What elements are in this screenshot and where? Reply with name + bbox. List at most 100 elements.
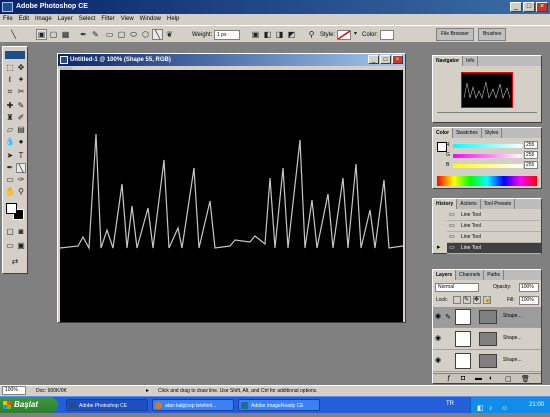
eyedropper-icon[interactable]: ✑ bbox=[16, 175, 26, 185]
tab-layers[interactable]: Layers bbox=[433, 270, 457, 280]
lock-position-icon[interactable]: ✥ bbox=[473, 296, 481, 304]
tab-history[interactable]: History bbox=[433, 199, 458, 209]
freeform-pen-icon[interactable]: ✎ bbox=[90, 29, 101, 40]
notes-tool-icon[interactable]: ▭ bbox=[5, 175, 15, 185]
task-photoshop[interactable]: Adobe Photoshop CE bbox=[66, 399, 148, 411]
start-button[interactable]: Başlat bbox=[0, 397, 58, 413]
add-mask-icon[interactable]: ◘ bbox=[461, 375, 465, 382]
task-browser[interactable]: atan kalp|cep telefonl... bbox=[152, 399, 234, 411]
tab-channels[interactable]: Channels bbox=[456, 270, 485, 280]
exclude-shape-icon[interactable]: ◩ bbox=[286, 29, 297, 40]
rectangle-shape-icon[interactable]: ▭ bbox=[104, 29, 115, 40]
style-picker[interactable] bbox=[337, 30, 351, 40]
menu-select[interactable]: Select bbox=[76, 14, 99, 25]
maximize-button[interactable]: □ bbox=[523, 2, 535, 12]
weight-field[interactable]: 1 px bbox=[214, 30, 240, 40]
shape-layers-icon[interactable]: ▣ bbox=[36, 29, 47, 40]
adobe-online-icon[interactable] bbox=[5, 51, 25, 59]
layer-row[interactable]: ◉ Shape... bbox=[433, 351, 541, 372]
doc-minimize-button[interactable]: _ bbox=[368, 55, 379, 64]
pen-tool-icon[interactable]: ✒ bbox=[78, 29, 89, 40]
menu-image[interactable]: Image bbox=[32, 14, 55, 25]
new-set-icon[interactable]: ▬ bbox=[475, 375, 482, 382]
b-slider[interactable] bbox=[453, 164, 523, 168]
menu-view[interactable]: View bbox=[118, 14, 137, 25]
layer-row[interactable]: ◉ ✎ Shape... bbox=[433, 307, 541, 328]
r-slider[interactable] bbox=[453, 144, 523, 148]
lock-all-icon[interactable]: 🔒 bbox=[483, 296, 491, 304]
type-tool-icon[interactable]: T bbox=[16, 151, 26, 161]
rounded-rectangle-icon[interactable]: ▢ bbox=[116, 29, 127, 40]
navigator-preview[interactable] bbox=[461, 72, 513, 108]
color-swatch[interactable] bbox=[380, 30, 394, 40]
menu-edit[interactable]: Edit bbox=[16, 14, 32, 25]
g-slider[interactable] bbox=[453, 154, 523, 158]
opacity-field[interactable]: 100% bbox=[519, 283, 539, 292]
clone-stamp-icon[interactable]: ♜ bbox=[5, 113, 15, 123]
line-tool-preset-icon[interactable]: ╲ bbox=[8, 29, 19, 40]
menu-layer[interactable]: Layer bbox=[55, 14, 76, 25]
lock-pixels-icon[interactable]: ✎ bbox=[463, 296, 471, 304]
lasso-tool-icon[interactable]: ℓ bbox=[5, 75, 15, 85]
volume-icon[interactable]: ♪ bbox=[489, 401, 493, 417]
palette-tab-brushes[interactable]: Brushes bbox=[478, 28, 507, 41]
lock-transparency-icon[interactable] bbox=[453, 296, 461, 304]
hand-tool-icon[interactable]: ✋ bbox=[5, 187, 15, 197]
standard-mode-icon[interactable]: ▢ bbox=[5, 227, 15, 237]
history-item[interactable]: ▭ Line Tool bbox=[447, 210, 541, 221]
doc-maximize-button[interactable]: □ bbox=[380, 55, 391, 64]
screen-mode-full-icon[interactable]: ▣ bbox=[16, 241, 26, 251]
zoom-tool-icon[interactable]: ⚲ bbox=[16, 187, 26, 197]
dodge-tool-icon[interactable]: ● bbox=[16, 137, 26, 147]
crop-tool-icon[interactable]: ⌗ bbox=[5, 87, 15, 97]
screen-mode-standard-icon[interactable]: ▭ bbox=[5, 241, 15, 251]
tab-swatches[interactable]: Swatches bbox=[453, 128, 482, 138]
tab-info[interactable]: Info bbox=[463, 56, 479, 66]
eye-icon[interactable]: ◉ bbox=[435, 335, 443, 343]
brush-tool-icon[interactable]: ✎ bbox=[16, 101, 26, 111]
blur-tool-icon[interactable]: 💧 bbox=[5, 137, 15, 147]
pen-tool-icon[interactable]: ✒ bbox=[5, 163, 15, 173]
task-imageready[interactable]: Adobe ImageReady CE bbox=[238, 399, 320, 411]
menu-filter[interactable]: Filter bbox=[98, 14, 117, 25]
history-item[interactable]: ▭ Line Tool bbox=[447, 232, 541, 243]
jump-to-imageready-icon[interactable]: ⇄ bbox=[5, 257, 25, 267]
new-layer-icon[interactable]: ▢ bbox=[505, 375, 512, 383]
gradient-tool-icon[interactable]: ▤ bbox=[16, 125, 26, 135]
layer-row[interactable]: ◉ Shape... bbox=[433, 329, 541, 350]
line-shape-icon[interactable]: ╲ bbox=[152, 29, 163, 40]
add-shape-icon[interactable]: ▣ bbox=[250, 29, 261, 40]
move-tool-icon[interactable]: ✥ bbox=[16, 63, 26, 73]
language-indicator[interactable]: TR bbox=[446, 401, 454, 407]
tab-paths[interactable]: Paths bbox=[484, 270, 505, 280]
doc-close-button[interactable]: × bbox=[392, 55, 403, 64]
close-button[interactable]: × bbox=[536, 2, 548, 12]
tab-color[interactable]: Color bbox=[433, 128, 454, 138]
document-title-bar[interactable]: Untitled-1 @ 100% (Shape 55, RGB) bbox=[58, 54, 405, 66]
eye-icon[interactable]: ◉ bbox=[435, 357, 443, 365]
navigator-zoom-slider[interactable] bbox=[437, 112, 537, 118]
r-value[interactable]: 255 bbox=[524, 141, 538, 149]
menu-file[interactable]: File bbox=[0, 14, 16, 25]
history-state-slider-icon[interactable]: ▸ bbox=[437, 243, 445, 253]
doc-size[interactable]: Doc: 900K/0K bbox=[36, 386, 67, 396]
tab-actions[interactable]: Actions bbox=[457, 199, 481, 209]
path-selection-icon[interactable]: ➤ bbox=[5, 151, 15, 161]
quick-mask-icon[interactable]: ◙ bbox=[16, 227, 26, 237]
history-brush-icon[interactable]: ✐ bbox=[16, 113, 26, 123]
color-spectrum-ramp[interactable] bbox=[437, 176, 537, 186]
g-value[interactable]: 255 bbox=[524, 151, 538, 159]
tab-tool-presets[interactable]: Tool Presets bbox=[481, 199, 516, 209]
trash-icon[interactable]: 🗑 bbox=[521, 375, 530, 383]
b-value[interactable]: 255 bbox=[524, 161, 538, 169]
fill-pixels-icon[interactable]: ▦ bbox=[60, 29, 71, 40]
network-icon[interactable]: ◧ bbox=[477, 401, 484, 417]
minimize-button[interactable]: _ bbox=[510, 2, 522, 12]
image-canvas[interactable] bbox=[59, 70, 404, 322]
link-style-icon[interactable]: ⚲ bbox=[306, 29, 317, 40]
palette-tab-file-browser[interactable]: File Browser bbox=[436, 28, 474, 41]
fill-field[interactable]: 100% bbox=[519, 296, 539, 305]
healing-brush-icon[interactable]: ✚ bbox=[5, 101, 15, 111]
history-item-current[interactable]: ▭ Line Tool bbox=[447, 243, 541, 254]
ellipse-shape-icon[interactable]: ⬭ bbox=[128, 29, 139, 40]
